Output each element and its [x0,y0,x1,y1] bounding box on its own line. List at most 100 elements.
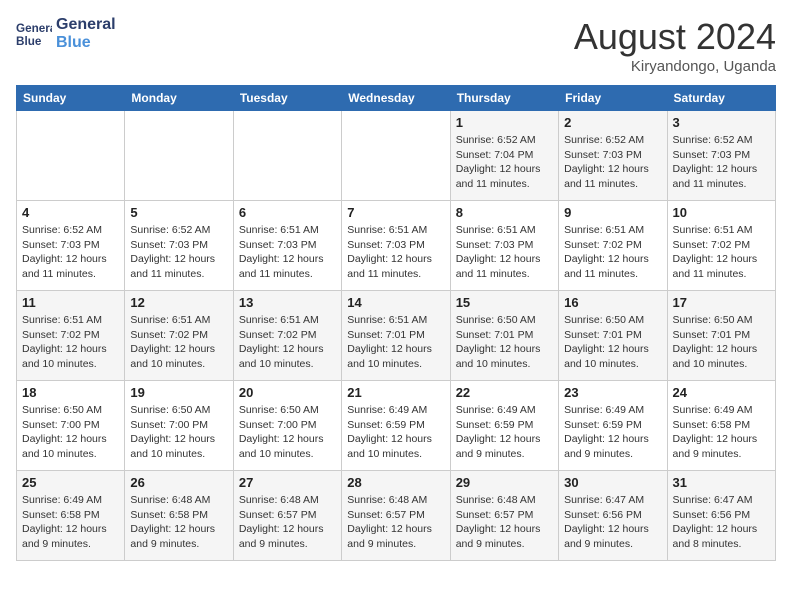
day-info: Sunrise: 6:51 AM Sunset: 7:03 PM Dayligh… [456,223,553,282]
weekday-header-row: SundayMondayTuesdayWednesdayThursdayFrid… [17,86,776,111]
day-info: Sunrise: 6:52 AM Sunset: 7:03 PM Dayligh… [22,223,119,282]
weekday-header-cell: Saturday [667,86,775,111]
day-number: 19 [130,385,227,400]
calendar-cell: 13 Sunrise: 6:51 AM Sunset: 7:02 PM Dayli… [233,291,341,381]
day-number: 14 [347,295,444,310]
day-number: 26 [130,475,227,490]
logo-line2: Blue [56,34,116,52]
day-info: Sunrise: 6:50 AM Sunset: 7:01 PM Dayligh… [564,313,661,372]
day-info: Sunrise: 6:51 AM Sunset: 7:02 PM Dayligh… [22,313,119,372]
weekday-header-cell: Sunday [17,86,125,111]
weekday-header-cell: Monday [125,86,233,111]
calendar-table: SundayMondayTuesdayWednesdayThursdayFrid… [16,85,776,561]
calendar-cell: 20 Sunrise: 6:50 AM Sunset: 7:00 PM Dayli… [233,381,341,471]
weekday-header-cell: Tuesday [233,86,341,111]
day-number: 16 [564,295,661,310]
calendar-cell: 11 Sunrise: 6:51 AM Sunset: 7:02 PM Dayli… [17,291,125,381]
calendar-cell: 19Sunrise: 6:50 AM Sunset: 7:00 PM Dayli… [125,381,233,471]
calendar-week-row: 4Sunrise: 6:52 AM Sunset: 7:03 PM Daylig… [17,201,776,291]
calendar-cell: 10Sunrise: 6:51 AM Sunset: 7:02 PM Dayli… [667,201,775,291]
day-number: 21 [347,385,444,400]
calendar-cell: 18Sunrise: 6:50 AM Sunset: 7:00 PM Dayli… [17,381,125,471]
calendar-cell [17,111,125,201]
day-info: Sunrise: 6:51 AM Sunset: 7:03 PM Dayligh… [347,223,444,282]
day-info: Sunrise: 6:51 AM Sunset: 7:02 PM Dayligh… [564,223,661,282]
day-info: Sunrise: 6:47 AM Sunset: 6:56 PM Dayligh… [673,493,770,552]
day-number: 28 [347,475,444,490]
day-info: Sunrise: 6:50 AM Sunset: 7:01 PM Dayligh… [456,313,553,372]
day-number: 9 [564,205,661,220]
day-info: Sunrise: 6:50 AM Sunset: 7:00 PM Dayligh… [239,403,336,462]
calendar-cell: 9 Sunrise: 6:51 AM Sunset: 7:02 PM Daylig… [559,201,667,291]
location: Kiryandongo, Uganda [574,58,776,75]
day-number: 5 [130,205,227,220]
day-info: Sunrise: 6:49 AM Sunset: 6:59 PM Dayligh… [347,403,444,462]
calendar-week-row: 18 Sunrise: 6:50 AM Sunset: 7:00 PM Dayli… [17,381,776,471]
calendar-body: 1 Sunrise: 6:52 AM Sunset: 7:04 PM Daylig… [17,111,776,561]
calendar-cell: 28 Sunrise: 6:48 AM Sunset: 6:57 PM Dayli… [342,471,450,561]
day-info: Sunrise: 6:49 AM Sunset: 6:58 PM Dayligh… [673,403,770,462]
weekday-header-cell: Friday [559,86,667,111]
calendar-week-row: 1 Sunrise: 6:52 AM Sunset: 7:04 PM Daylig… [17,111,776,201]
day-number: 12 [130,295,227,310]
calendar-cell: 25Sunrise: 6:49 AM Sunset: 6:58 PM Dayli… [17,471,125,561]
day-number: 1 [456,115,553,130]
calendar-cell: 16 Sunrise: 6:50 AM Sunset: 7:01 PM Dayli… [559,291,667,381]
day-info: Sunrise: 6:52 AM Sunset: 7:03 PM Dayligh… [564,133,661,192]
day-info: Sunrise: 6:52 AM Sunset: 7:04 PM Dayligh… [456,133,553,192]
calendar-cell [342,111,450,201]
calendar-cell [233,111,341,201]
day-number: 11 [22,295,119,310]
day-number: 13 [239,295,336,310]
title-area: August 2024 Kiryandongo, Uganda [574,16,776,75]
day-number: 7 [347,205,444,220]
day-info: Sunrise: 6:48 AM Sunset: 6:57 PM Dayligh… [347,493,444,552]
day-number: 2 [564,115,661,130]
calendar-cell: 17 Sunrise: 6:50 AM Sunset: 7:01 PM Dayli… [667,291,775,381]
calendar-cell: 22Sunrise: 6:49 AM Sunset: 6:59 PM Dayli… [450,381,558,471]
calendar-cell: 15Sunrise: 6:50 AM Sunset: 7:01 PM Dayli… [450,291,558,381]
calendar-cell: 23Sunrise: 6:49 AM Sunset: 6:59 PM Dayli… [559,381,667,471]
calendar-cell: 30 Sunrise: 6:47 AM Sunset: 6:56 PM Dayli… [559,471,667,561]
calendar-cell: 8 Sunrise: 6:51 AM Sunset: 7:03 PM Daylig… [450,201,558,291]
day-number: 10 [673,205,770,220]
calendar-cell: 14 Sunrise: 6:51 AM Sunset: 7:01 PM Dayli… [342,291,450,381]
day-info: Sunrise: 6:48 AM Sunset: 6:58 PM Dayligh… [130,493,227,552]
weekday-header-cell: Wednesday [342,86,450,111]
calendar-cell [125,111,233,201]
day-number: 18 [22,385,119,400]
day-info: Sunrise: 6:51 AM Sunset: 7:01 PM Dayligh… [347,313,444,372]
calendar-week-row: 11 Sunrise: 6:51 AM Sunset: 7:02 PM Dayli… [17,291,776,381]
day-number: 31 [673,475,770,490]
logo: General Blue General Blue [16,16,116,52]
calendar-cell: 31 Sunrise: 6:47 AM Sunset: 6:56 PM Dayli… [667,471,775,561]
day-number: 25 [22,475,119,490]
calendar-cell: 7 Sunrise: 6:51 AM Sunset: 7:03 PM Daylig… [342,201,450,291]
day-number: 24 [673,385,770,400]
page-header: General Blue General Blue August 2024 Ki… [16,16,776,75]
day-info: Sunrise: 6:51 AM Sunset: 7:03 PM Dayligh… [239,223,336,282]
day-number: 20 [239,385,336,400]
logo-icon: General Blue [16,16,52,52]
day-number: 8 [456,205,553,220]
weekday-header-cell: Thursday [450,86,558,111]
day-number: 27 [239,475,336,490]
day-number: 30 [564,475,661,490]
day-number: 17 [673,295,770,310]
day-info: Sunrise: 6:51 AM Sunset: 7:02 PM Dayligh… [130,313,227,372]
svg-text:Blue: Blue [16,35,42,48]
day-info: Sunrise: 6:49 AM Sunset: 6:59 PM Dayligh… [564,403,661,462]
day-number: 22 [456,385,553,400]
day-info: Sunrise: 6:50 AM Sunset: 7:01 PM Dayligh… [673,313,770,372]
calendar-cell: 21 Sunrise: 6:49 AM Sunset: 6:59 PM Dayli… [342,381,450,471]
month-title: August 2024 [574,16,776,58]
svg-text:General: General [16,22,52,35]
day-info: Sunrise: 6:47 AM Sunset: 6:56 PM Dayligh… [564,493,661,552]
calendar-cell: 5Sunrise: 6:52 AM Sunset: 7:03 PM Daylig… [125,201,233,291]
day-info: Sunrise: 6:48 AM Sunset: 6:57 PM Dayligh… [239,493,336,552]
calendar-cell: 24 Sunrise: 6:49 AM Sunset: 6:58 PM Dayli… [667,381,775,471]
calendar-cell: 29Sunrise: 6:48 AM Sunset: 6:57 PM Dayli… [450,471,558,561]
day-info: Sunrise: 6:51 AM Sunset: 7:02 PM Dayligh… [239,313,336,372]
calendar-cell: 3Sunrise: 6:52 AM Sunset: 7:03 PM Daylig… [667,111,775,201]
calendar-cell: 27 Sunrise: 6:48 AM Sunset: 6:57 PM Dayli… [233,471,341,561]
